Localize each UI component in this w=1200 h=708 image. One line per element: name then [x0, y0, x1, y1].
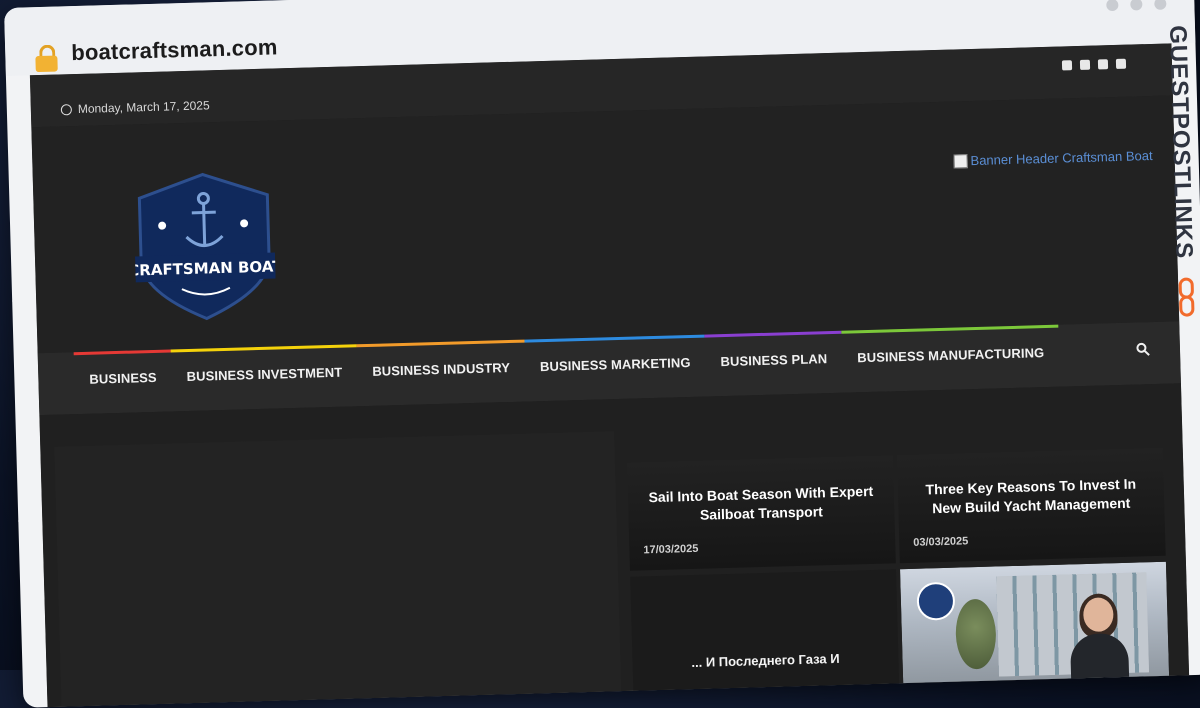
- top-date: Monday, March 17, 2025: [60, 98, 210, 116]
- lock-icon: [35, 44, 58, 73]
- date-text: Monday, March 17, 2025: [77, 98, 210, 116]
- url-text[interactable]: boatcraftsman.com: [71, 34, 278, 66]
- clock-icon: [60, 103, 73, 115]
- person-photo-detail: [1069, 593, 1130, 692]
- post-date: 03/03/2025: [913, 535, 969, 549]
- social-links: [1061, 58, 1127, 71]
- browser-window: boatcraftsman.com Monday, March 17, 2025: [4, 0, 1200, 708]
- post-card[interactable]: Sail Into Boat Season With Expert Sailbo…: [626, 455, 896, 571]
- nav-item-business-industry[interactable]: BUSINESS INDUSTRY: [356, 339, 526, 407]
- chain-link-icon: [1178, 277, 1195, 317]
- nav-label: BUSINESS PLAN: [720, 351, 828, 370]
- nav-item-business-manufacturing[interactable]: BUSINESS MANUFACTURING: [841, 324, 1060, 393]
- featured-posts: Sail Into Boat Season With Expert Sailbo…: [39, 383, 1190, 708]
- post-date: 17/03/2025: [643, 542, 699, 557]
- post-card[interactable]: ... И Последнего Газа И: [630, 569, 900, 699]
- nav-label: BUSINESS INVESTMENT: [186, 364, 343, 385]
- post-title[interactable]: Sail Into Boat Season With Expert Sailbo…: [627, 455, 895, 526]
- post-card[interactable]: Three Key Reasons To Invest In New Build…: [896, 447, 1166, 564]
- nav-item-business[interactable]: BUSINESS: [73, 349, 173, 414]
- nav-item-business-investment[interactable]: BUSINESS INVESTMENT: [170, 344, 358, 411]
- instagram-icon[interactable]: [1097, 59, 1109, 70]
- nav-label: BUSINESS INDUSTRY: [372, 360, 511, 379]
- twitter-icon[interactable]: [1079, 59, 1091, 70]
- nav-label: BUSINESS MANUFACTURING: [857, 345, 1045, 366]
- featured-main-post[interactable]: [54, 431, 622, 708]
- broken-image-icon: [953, 153, 968, 169]
- nav-label: BUSINESS MARKETING: [539, 354, 691, 375]
- facebook-icon[interactable]: [1061, 60, 1073, 71]
- post-title[interactable]: Three Key Reasons To Invest In New Build…: [897, 448, 1165, 519]
- nav-label: BUSINESS: [89, 369, 157, 387]
- window-dot-icon[interactable]: [1130, 0, 1143, 11]
- search-icon[interactable]: [1136, 342, 1150, 356]
- pinterest-icon[interactable]: [1115, 58, 1127, 69]
- nav-item-business-marketing[interactable]: BUSINESS MARKETING: [524, 334, 706, 402]
- window-dot-icon[interactable]: [1106, 0, 1119, 12]
- window-controls: [1106, 0, 1167, 12]
- header-banner-link[interactable]: Banner Header Craftsman Boat: [953, 147, 1153, 169]
- banner-alt-text: Banner Header Craftsman Boat: [970, 147, 1153, 169]
- post-card-image[interactable]: [900, 561, 1170, 692]
- post-title[interactable]: ... И Последнего Газа И: [630, 569, 899, 673]
- window-dot-icon[interactable]: [1154, 0, 1167, 10]
- nav-item-business-plan[interactable]: BUSINESS PLAN: [704, 330, 843, 397]
- website-viewport: Monday, March 17, 2025 CRAFTSMAN BOAT Ba…: [29, 43, 1190, 708]
- site-header: CRAFTSMAN BOAT Banner Header Craftsman B…: [31, 95, 1180, 354]
- site-logo[interactable]: CRAFTSMAN BOAT: [133, 169, 277, 323]
